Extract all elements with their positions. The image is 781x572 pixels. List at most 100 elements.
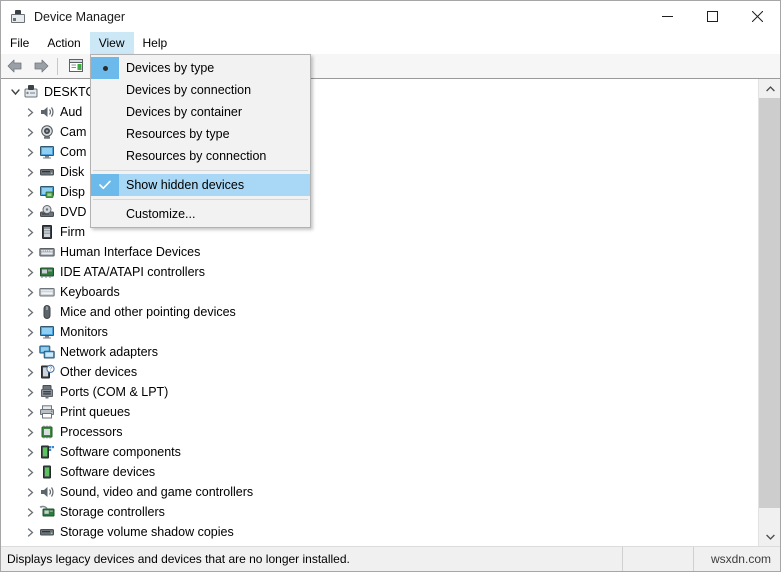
software-component-icon: [40, 445, 54, 459]
expand-chevron-icon: [27, 307, 34, 317]
collapse-chevron-icon: [10, 89, 20, 96]
tree-node[interactable]: Processors: [1, 422, 758, 442]
expand-chevron-icon[interactable]: [24, 462, 38, 482]
expand-chevron-icon[interactable]: [24, 502, 38, 522]
menu-view[interactable]: View: [89, 32, 134, 54]
expand-chevron-icon[interactable]: [24, 202, 38, 222]
expand-chevron-icon[interactable]: [24, 482, 38, 502]
expand-chevron-icon: [27, 127, 34, 137]
software-device-icon: [42, 465, 51, 479]
scroll-down-button[interactable]: [759, 527, 780, 546]
tree-node[interactable]: Print queues: [1, 402, 758, 422]
view-dropdown-menu[interactable]: Devices by type Devices by connection Devi…: [90, 54, 311, 228]
speaker-icon: [38, 484, 55, 500]
tree-node[interactable]: Mice and other pointing devices: [1, 302, 758, 322]
expand-chevron-icon[interactable]: [24, 522, 38, 542]
expand-chevron-icon: [27, 327, 34, 337]
tree-node[interactable]: Ports (COM & LPT): [1, 382, 758, 402]
expand-chevron-icon[interactable]: [24, 422, 38, 442]
camera-icon: [40, 125, 53, 139]
menu-item-gutter: [91, 101, 119, 123]
expand-chevron-icon: [27, 227, 34, 237]
minimize-button[interactable]: [645, 1, 690, 32]
tree-node-label: Storage volume shadow copies: [60, 525, 234, 539]
menu-item-devices-by-type[interactable]: Devices by type: [91, 57, 310, 79]
port-icon: [38, 384, 55, 400]
menu-separator: [93, 170, 308, 171]
tree-node[interactable]: Sound, video and game controllers: [1, 482, 758, 502]
collapse-chevron-icon[interactable]: [8, 82, 22, 102]
tree-node[interactable]: ? Other devices: [1, 362, 758, 382]
dvd-drive-icon: [39, 205, 54, 217]
menu-help[interactable]: Help: [134, 32, 177, 54]
menu-separator: [93, 199, 308, 200]
tree-node[interactable]: Network adapters: [1, 342, 758, 362]
menu-item-devices-by-connection[interactable]: Devices by connection: [91, 79, 310, 101]
tree-node-label: Ports (COM & LPT): [60, 385, 169, 399]
unknown-device-icon: ?: [40, 364, 55, 379]
menu-item-devices-by-container[interactable]: Devices by container: [91, 101, 310, 123]
expand-chevron-icon[interactable]: [24, 122, 38, 142]
properties-icon: [69, 59, 83, 72]
tree-node-label: Software components: [60, 445, 181, 459]
menu-item-label: Devices by container: [126, 105, 243, 119]
expand-chevron-icon[interactable]: [24, 362, 38, 382]
expand-chevron-icon[interactable]: [24, 262, 38, 282]
tree-node[interactable]: Software devices: [1, 462, 758, 482]
expand-chevron-icon[interactable]: [24, 402, 38, 422]
expand-chevron-icon[interactable]: [24, 382, 38, 402]
expand-chevron-icon[interactable]: [24, 222, 38, 242]
expand-chevron-icon[interactable]: [24, 282, 38, 302]
title-bar: Device Manager: [1, 1, 780, 32]
expand-chevron-icon[interactable]: [24, 102, 38, 122]
properties-button[interactable]: [64, 55, 88, 77]
menu-action[interactable]: Action: [38, 32, 89, 54]
expand-chevron-icon: [27, 527, 34, 537]
menu-item-gutter: [91, 203, 119, 225]
expand-chevron-icon: [27, 207, 34, 217]
menu-item-resources-by-connection[interactable]: Resources by connection: [91, 145, 310, 167]
chevron-up-icon: [765, 85, 775, 91]
menu-item-show-hidden-devices[interactable]: Show hidden devices: [91, 174, 310, 196]
tree-node-label: DVD: [60, 205, 87, 219]
tree-node-label: Disk: [60, 165, 85, 179]
mouse-icon: [38, 304, 55, 320]
tree-node-label: Processors: [60, 425, 123, 439]
scrollbar-thumb[interactable]: [759, 98, 780, 508]
menu-item-customize[interactable]: Customize...: [91, 203, 310, 225]
maximize-button[interactable]: [690, 1, 735, 32]
tree-node[interactable]: Storage controllers: [1, 502, 758, 522]
tree-node[interactable]: Keyboards: [1, 282, 758, 302]
tree-node-label: Cam: [60, 125, 87, 139]
tree-node[interactable]: Storage volume shadow copies: [1, 522, 758, 542]
menu-file[interactable]: File: [1, 32, 38, 54]
expand-chevron-icon[interactable]: [24, 182, 38, 202]
window-title: Device Manager: [34, 9, 126, 24]
vertical-scrollbar[interactable]: [758, 79, 780, 546]
menu-item-label: Show hidden devices: [126, 178, 245, 192]
tree-node[interactable]: Human Interface Devices: [1, 242, 758, 262]
menu-item-resources-by-type[interactable]: Resources by type: [91, 123, 310, 145]
expand-chevron-icon[interactable]: [24, 242, 38, 262]
ide-controller-icon: [38, 264, 55, 280]
close-button[interactable]: [735, 1, 780, 32]
expand-chevron-icon[interactable]: [24, 442, 38, 462]
expand-chevron-icon[interactable]: [24, 142, 38, 162]
menu-item-label: Customize...: [126, 207, 196, 221]
chevron-down-icon: [765, 534, 775, 540]
firmware-icon: [41, 225, 52, 239]
forward-button[interactable]: [29, 55, 53, 77]
scroll-up-button[interactable]: [759, 79, 780, 98]
tree-node[interactable]: Monitors: [1, 322, 758, 342]
tree-node-label: Print queues: [60, 405, 131, 419]
expand-chevron-icon[interactable]: [24, 162, 38, 182]
expand-chevron-icon[interactable]: [24, 302, 38, 322]
expand-chevron-icon: [27, 467, 34, 477]
expand-chevron-icon[interactable]: [24, 322, 38, 342]
tree-node[interactable]: IDE ATA/ATAPI controllers: [1, 262, 758, 282]
menu-item-gutter: [91, 79, 119, 101]
tree-node[interactable]: Software components: [1, 442, 758, 462]
keyboard-icon: [38, 284, 55, 300]
back-button[interactable]: [3, 55, 27, 77]
expand-chevron-icon[interactable]: [24, 342, 38, 362]
